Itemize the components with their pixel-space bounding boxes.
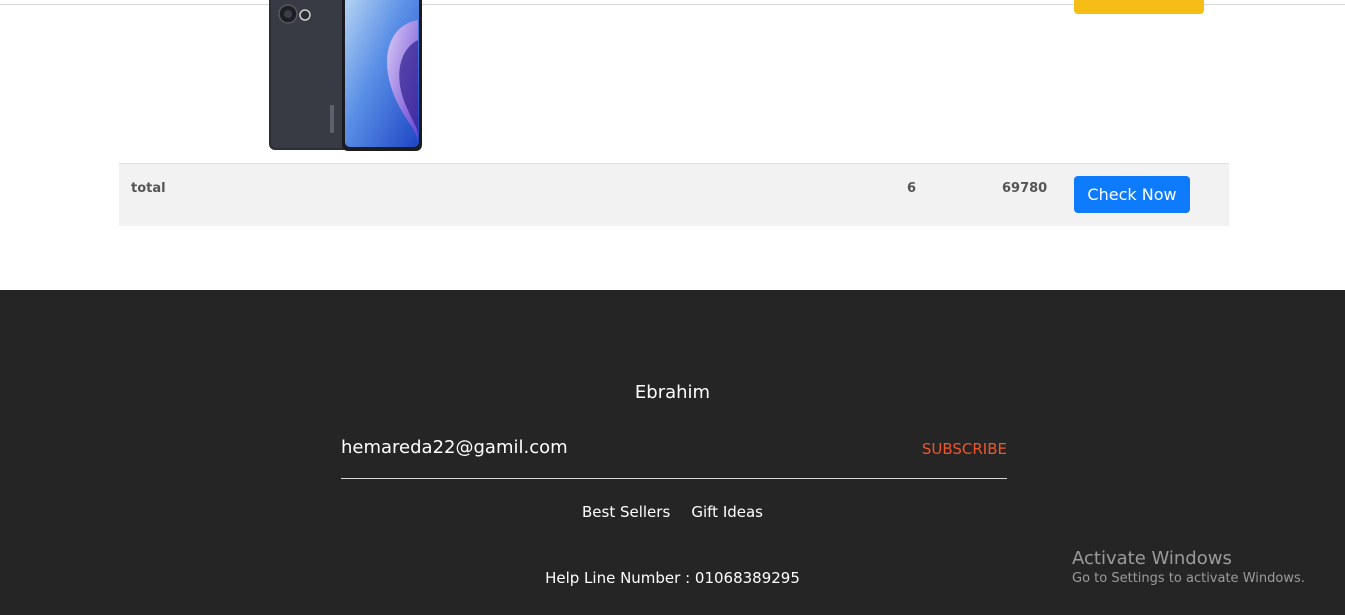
footer-brand: Ebrahim [634,382,711,403]
footer-link-gift-ideas[interactable]: Gift Ideas [691,503,763,521]
cart-total-row: total 6 69780 Check Now [119,164,1229,226]
total-price: 69780 [1002,181,1048,196]
footer: Ebrahim SUBSCRIBE Best Sellers Gift Idea… [0,290,1345,615]
total-quantity: 6 [907,181,917,196]
total-label: total [131,181,166,196]
email-input[interactable] [341,430,901,464]
oppo-phone-image [269,0,422,151]
activate-title: Activate Windows [1072,548,1232,569]
newsletter-form: SUBSCRIBE [341,430,1007,479]
activate-windows-watermark: Activate Windows Go to Settings to activ… [1072,548,1305,588]
remove-item-button[interactable] [1074,0,1204,14]
footer-links: Best Sellers Gift Ideas [0,502,1345,521]
footer-link-best-sellers[interactable]: Best Sellers [582,503,670,521]
product-image [268,0,422,151]
page: total 6 69780 Check Now Ebrahim SUBSCRIB… [0,0,1345,615]
subscribe-button[interactable]: SUBSCRIBE [922,440,1007,458]
activate-subtitle: Go to Settings to activate Windows. [1072,571,1305,586]
check-now-button[interactable]: Check Now [1074,176,1190,213]
